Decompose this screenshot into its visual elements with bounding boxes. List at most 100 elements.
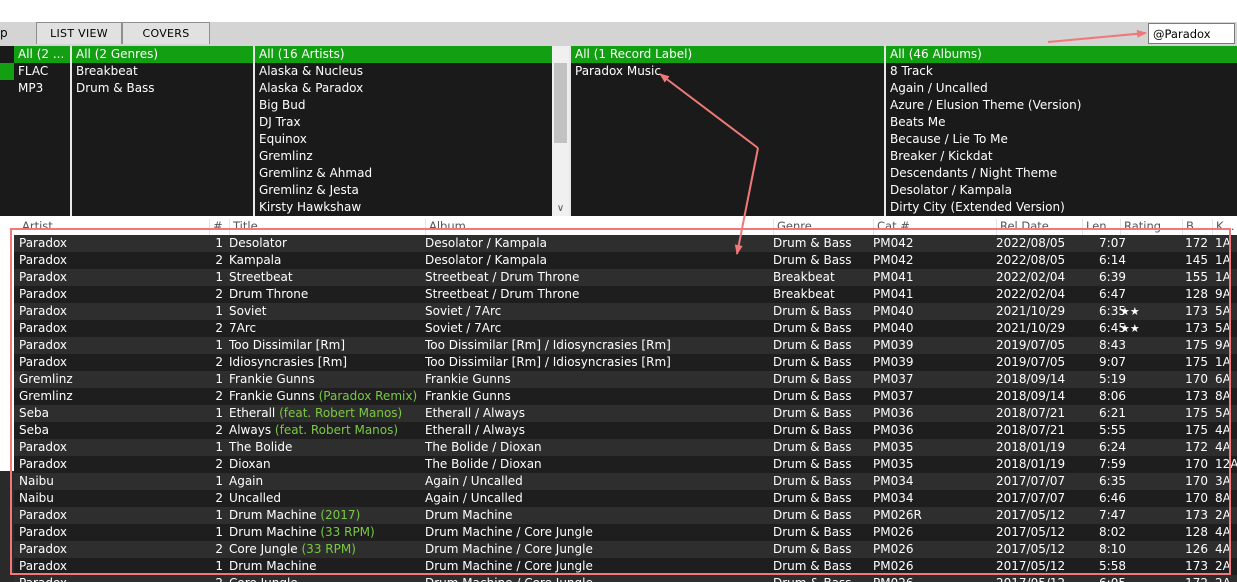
genre-pane[interactable]: All (2 Genres) Breakbeat Drum & Bass [70, 46, 255, 216]
genre-item[interactable]: Breakbeat [72, 63, 255, 80]
track-title: Frankie Gunns (Paradox Remix) [229, 388, 421, 405]
table-row[interactable]: Paradox 1 The Bolide The Bolide / Dioxan Dru… [14, 439, 1237, 456]
table-row[interactable]: Naibu 2 Uncalled Again / Uncalled Drum & Bas… [14, 490, 1237, 507]
filter-browser: All (2 ... FLAC MP3 All (2 Genres) Break… [0, 46, 1237, 216]
tab-list-view[interactable]: LIST VIEW [36, 22, 122, 44]
column-release-date[interactable]: Rel.Date [996, 219, 1082, 235]
album-item[interactable]: 8 Track [886, 63, 1237, 80]
table-row[interactable]: Gremlinz 2 Frankie Gunns (Paradox Remix) Fr… [14, 388, 1237, 405]
table-row[interactable]: Paradox 1 Drum Machine (33 RPM) Drum Machin… [14, 524, 1237, 541]
label-item[interactable]: Paradox Music [571, 63, 885, 80]
track-number: 2 [215, 491, 223, 505]
album-pane[interactable]: All (46 Albums) 8 Track Again / Uncalled… [884, 46, 1237, 216]
track-album: Too Dissimilar [Rm] / Idiosyncrasies [Rm… [425, 355, 671, 369]
table-row[interactable]: Paradox 2 Kampala Desolator / Kampala Drum &… [14, 252, 1237, 269]
column-title[interactable]: Title [229, 219, 425, 235]
track-genre: Drum & Bass [773, 321, 852, 335]
album-item[interactable]: Beats Me [886, 114, 1237, 131]
album-item[interactable]: Dirty City (Extended Version) [886, 199, 1237, 216]
table-row[interactable]: Paradox2 Core Jungle Drum Machine / Core J… [14, 575, 1237, 582]
track-length: 5:58 [1099, 559, 1126, 573]
artist-item[interactable]: Big Bud [255, 97, 570, 114]
table-row[interactable]: Paradox 2 Drum Throne Streetbeat / Drum Thr… [14, 286, 1237, 303]
album-item[interactable]: Because / Lie To Me [886, 131, 1237, 148]
track-album: Drum Machine / Core Jungle [425, 525, 593, 539]
track-title-text: Frankie Gunns [229, 389, 315, 403]
table-row[interactable]: Naibu 1 Again Again / Uncalled Drum & Bass PM… [14, 473, 1237, 490]
table-row[interactable]: Seba 2 Always (feat. Robert Manos) Etherall… [14, 422, 1237, 439]
track-number: 1 [215, 525, 223, 539]
format-item[interactable]: All (2 ... [14, 46, 72, 63]
track-length: 6:24 [1099, 440, 1126, 454]
artist-item[interactable]: DJ Trax [255, 114, 570, 131]
table-row[interactable]: Paradox 1 Streetbeat Streetbeat / Drum Thro… [14, 269, 1237, 286]
column-track-number[interactable]: # [209, 219, 229, 235]
table-row[interactable]: Paradox 2 Core Jungle (33 RPM) Drum Machine… [14, 541, 1237, 558]
column-key[interactable]: K... [1212, 219, 1237, 235]
table-row[interactable]: Paradox 1 Drum Machine (2017) Drum Machine D… [14, 507, 1237, 524]
table-row[interactable]: Paradox 1 Too Dissimilar [Rm] Too Dissimila… [14, 337, 1237, 354]
track-number: 2 [209, 575, 223, 582]
table-row[interactable]: Gremlinz 1 Frankie Gunns Frankie Gunns Drum … [14, 371, 1237, 388]
track-title: Core Jungle [229, 575, 421, 582]
table-row[interactable]: Paradox 1 Drum Machine Drum Machine / Core … [14, 558, 1237, 575]
track-title-suffix: (33 RPM) [320, 525, 375, 539]
format-pane[interactable]: All (2 ... FLAC MP3 [0, 46, 72, 216]
column-rating[interactable]: Rating [1120, 219, 1182, 235]
track-bpm: 175 [1185, 338, 1208, 352]
genre-item[interactable]: Drum & Bass [72, 80, 255, 97]
artist-pane[interactable]: All (16 Artists) Alaska & Nucleus Alaska… [253, 46, 570, 216]
artist-item[interactable]: Equinox [255, 131, 570, 148]
track-title: Again [229, 473, 421, 490]
artist-item[interactable]: Gremlinz [255, 148, 570, 165]
table-row[interactable]: Paradox 1 Soviet Soviet / 7Arc Drum & Bass PM… [14, 303, 1237, 320]
artist-item[interactable]: Alaska & Paradox [255, 80, 570, 97]
table-row[interactable]: Paradox 1 Desolator Desolator / Kampala Drum… [14, 235, 1237, 252]
tab-covers[interactable]: COVERS [122, 22, 210, 44]
chevron-down-icon[interactable]: ∨ [552, 203, 569, 214]
track-key: 9A [1215, 287, 1231, 301]
artist-item[interactable]: All (16 Artists) [255, 46, 570, 63]
album-item[interactable]: Descendants / Night Theme [886, 165, 1237, 182]
artist-item[interactable]: Kirsty Hawkshaw [255, 199, 570, 216]
track-list[interactable]: Paradox 1 Desolator Desolator / Kampala Drum… [14, 235, 1237, 582]
record-label-pane[interactable]: All (1 Record Label) Paradox Music [569, 46, 885, 216]
table-row[interactable]: Paradox 2 Dioxan The Bolide / Dioxan Drum & … [14, 456, 1237, 473]
truncated-menu-fragment[interactable]: p [0, 26, 8, 40]
artist-item[interactable]: Gremlinz & Ahmad [255, 165, 570, 182]
track-genre: Drum & Bass [773, 406, 852, 420]
track-bpm: 173 [1185, 508, 1208, 522]
column-length[interactable]: Len... [1082, 219, 1120, 235]
format-item[interactable]: FLAC [14, 63, 72, 80]
column-catalog-number[interactable]: Cat.# [873, 219, 996, 235]
track-catalog-number: PM026R [873, 508, 922, 522]
track-genre: Drum & Bass [773, 474, 852, 488]
artist-item[interactable]: Gremlinz & Jesta [255, 182, 570, 199]
genre-item[interactable]: All (2 Genres) [72, 46, 255, 63]
track-title: Always (feat. Robert Manos) [229, 422, 421, 439]
track-number: 1 [215, 304, 223, 318]
format-item[interactable]: MP3 [14, 80, 72, 97]
column-genre[interactable]: Genre [773, 219, 873, 235]
column-bpm[interactable]: B... [1182, 219, 1212, 235]
column-artist[interactable]: Artist [19, 219, 209, 235]
album-item[interactable]: All (46 Albums) [886, 46, 1237, 63]
search-input[interactable] [1148, 23, 1235, 44]
table-row[interactable]: Paradox 2 7Arc Soviet / 7Arc Drum & Bass PM04… [14, 320, 1237, 337]
track-number: 1 [215, 270, 223, 284]
scrollbar-thumb[interactable] [554, 63, 567, 143]
album-item[interactable]: Breaker / Kickdat [886, 148, 1237, 165]
column-album[interactable]: Album [425, 219, 773, 235]
table-row[interactable]: Paradox 2 Idiosyncrasies [Rm] Too Dissimila… [14, 354, 1237, 371]
track-album: Soviet / 7Arc [425, 304, 502, 318]
album-item[interactable]: Desolator / Kampala [886, 182, 1237, 199]
track-title: Too Dissimilar [Rm] [229, 337, 421, 354]
album-item[interactable]: Azure / Elusion Theme (Version) [886, 97, 1237, 114]
label-item[interactable]: All (1 Record Label) [571, 46, 885, 63]
table-row[interactable]: Seba 1 Etherall (feat. Robert Manos) Ethera… [14, 405, 1237, 422]
artist-item[interactable]: Alaska & Nucleus [255, 63, 570, 80]
track-length: 8:02 [1099, 525, 1126, 539]
track-artist: Gremlinz [19, 389, 73, 403]
artist-scrollbar[interactable]: ∨ [552, 46, 569, 216]
album-item[interactable]: Again / Uncalled [886, 80, 1237, 97]
